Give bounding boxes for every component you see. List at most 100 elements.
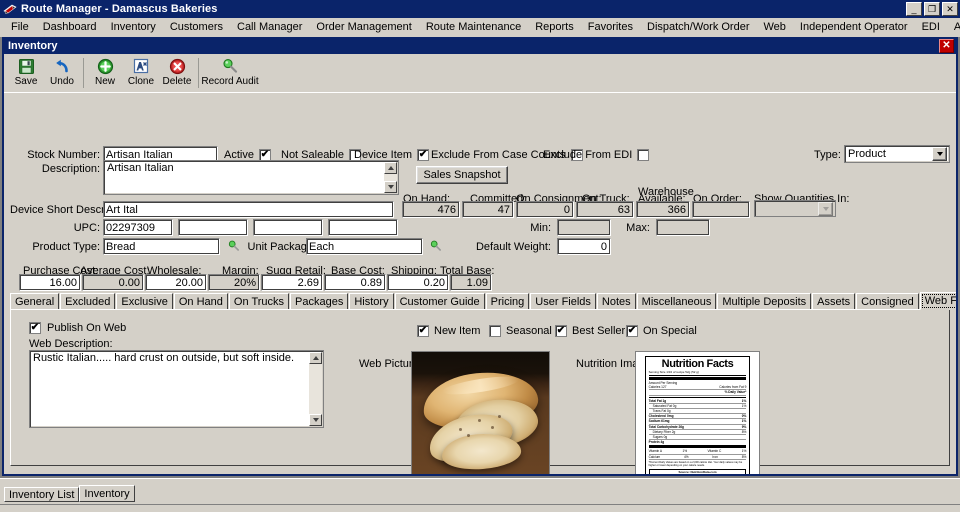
seasonal-label: Seasonal <box>506 325 552 337</box>
menu-item-independent-operator[interactable]: Independent Operator <box>793 19 915 35</box>
upc-input-2[interactable] <box>178 219 248 236</box>
scroll-up-button[interactable] <box>309 352 322 364</box>
shipping-input[interactable] <box>387 274 449 291</box>
device-short-description-input[interactable] <box>103 201 394 218</box>
inventory-close-button[interactable]: ✕ <box>939 38 954 53</box>
tab-on-trucks[interactable]: On Trucks <box>228 293 290 310</box>
tab-customer-guide[interactable]: Customer Guide <box>394 293 485 310</box>
tab-assets[interactable]: Assets <box>812 293 856 310</box>
menu-item-favorites[interactable]: Favorites <box>581 19 640 35</box>
tab-general[interactable]: General <box>10 293 60 310</box>
mdi-client-area: Inventory ✕ Save Undo New Clone Delete R… <box>0 37 960 478</box>
undo-button[interactable]: Undo <box>44 56 80 87</box>
seasonal-checkbox-row[interactable]: Seasonal <box>489 325 552 337</box>
type-combobox[interactable]: Product <box>844 145 950 163</box>
upc-input-3[interactable] <box>253 219 323 236</box>
save-button[interactable]: Save <box>8 56 44 87</box>
default-weight-input[interactable] <box>557 238 611 255</box>
tab-consigned[interactable]: Consigned <box>856 293 919 310</box>
web-description-textarea[interactable]: Rustic Italian..... hard crust on outsid… <box>29 350 324 428</box>
tab-on-hand[interactable]: On Hand <box>173 293 228 310</box>
product-type-lookup-icon[interactable] <box>228 240 239 251</box>
on-special-checkbox[interactable]: ✔ <box>626 325 638 337</box>
unit-package-lookup-icon[interactable] <box>430 240 441 251</box>
menu-item-web[interactable]: Web <box>757 19 793 35</box>
new-item-checkbox[interactable]: ✔ <box>417 325 429 337</box>
restore-button[interactable]: ❐ <box>924 2 940 16</box>
menu-item-customers[interactable]: Customers <box>163 19 230 35</box>
delete-button[interactable]: Delete <box>159 56 195 87</box>
nutrition-rule-thick-1 <box>648 376 747 380</box>
menu-item-reports[interactable]: Reports <box>528 19 581 35</box>
wholesale-input[interactable] <box>145 274 207 291</box>
device-short-description-label: Device Short Description: <box>10 204 135 216</box>
description-label: Description: <box>41 163 100 175</box>
tab-multiple-deposits[interactable]: Multiple Deposits <box>717 293 812 310</box>
publish-on-web-label: Publish On Web <box>47 322 127 334</box>
clone-button[interactable]: Clone <box>123 56 159 87</box>
scroll-up-button[interactable] <box>384 162 397 174</box>
scroll-down-button[interactable] <box>384 181 397 193</box>
chevron-down-icon[interactable] <box>818 201 833 216</box>
menu-item-asset-tracking[interactable]: Asset Tracking <box>947 19 960 35</box>
tab-excluded[interactable]: Excluded <box>60 293 116 310</box>
tab-web-fields[interactable]: Web Fields <box>919 292 956 310</box>
exclude-edi-checkbox-row[interactable]: Exclude From EDI <box>543 149 650 161</box>
new-button[interactable]: New <box>87 56 123 87</box>
description-scrollbar[interactable] <box>384 162 397 193</box>
web-picture-frame[interactable] <box>411 351 550 474</box>
menu-item-edi[interactable]: EDI <box>915 19 947 35</box>
tab-history[interactable]: History <box>349 293 394 310</box>
tab-miscellaneous[interactable]: Miscellaneous <box>636 293 717 310</box>
menu-item-call-manager[interactable]: Call Manager <box>230 19 309 35</box>
menu-item-dashboard[interactable]: Dashboard <box>36 19 104 35</box>
nutrition-vitamin-a: Vitamin A <box>648 449 663 454</box>
nutrition-row-dv: 0% <box>741 414 747 419</box>
minimize-button[interactable]: _ <box>906 2 922 16</box>
best-seller-checkbox[interactable]: ✔ <box>555 325 567 337</box>
sugg-retail-input[interactable] <box>261 274 323 291</box>
bottom-tab-inventory[interactable]: Inventory <box>79 485 135 502</box>
taskbar-divider <box>0 504 960 512</box>
min-label: Min: <box>530 222 551 234</box>
exclude-edi-checkbox[interactable] <box>637 149 650 161</box>
description-textarea[interactable]: Artisan Italian <box>103 160 399 195</box>
seasonal-checkbox[interactable] <box>489 325 501 337</box>
product-type-input[interactable] <box>103 238 220 255</box>
nutrition-row-name: Total Carbohydrate 26g <box>648 424 684 429</box>
magnifier-icon <box>222 57 239 75</box>
menu-item-route-maintenance[interactable]: Route Maintenance <box>419 19 528 35</box>
description-value: Artisan Italian <box>107 162 174 174</box>
web-description-scrollbar[interactable] <box>309 352 322 426</box>
record-audit-button[interactable]: Record Audit <box>201 56 259 87</box>
tab-exclusive[interactable]: Exclusive <box>116 293 173 310</box>
menu-item-order-management[interactable]: Order Management <box>309 19 418 35</box>
bottom-tab-inventory-list[interactable]: Inventory List <box>4 487 80 502</box>
device-item-checkbox[interactable]: ✔ <box>417 149 430 161</box>
best-seller-checkbox-row[interactable]: ✔ Best Seller <box>555 325 625 337</box>
nutrition-row-dv: 1% <box>741 419 747 424</box>
chevron-down-icon[interactable] <box>932 147 947 161</box>
show-quantities-in-combobox[interactable] <box>754 200 836 217</box>
nutrition-image-frame[interactable]: Nutrition Facts Serving Size 1/32 of rec… <box>635 351 760 474</box>
publish-on-web-checkbox-row[interactable]: ✔ Publish On Web <box>29 322 126 334</box>
new-item-label: New Item <box>434 325 481 337</box>
purchase-cost-input[interactable] <box>19 274 81 291</box>
sales-snapshot-button[interactable]: Sales Snapshot <box>416 166 508 184</box>
on-special-checkbox-row[interactable]: ✔ On Special <box>626 325 697 337</box>
scroll-down-button[interactable] <box>309 414 322 426</box>
tab-pricing[interactable]: Pricing <box>485 293 530 310</box>
menu-item-inventory[interactable]: Inventory <box>104 19 163 35</box>
tab-notes[interactable]: Notes <box>596 293 636 310</box>
upc-input-1[interactable] <box>103 219 173 236</box>
menu-item-dispatch-work-order[interactable]: Dispatch/Work Order <box>640 19 757 35</box>
menu-item-file[interactable]: File <box>4 19 36 35</box>
base-cost-input[interactable] <box>324 274 386 291</box>
new-item-checkbox-row[interactable]: ✔ New Item <box>417 325 480 337</box>
unit-package-input[interactable] <box>306 238 423 255</box>
tab-user-fields[interactable]: User Fields <box>530 293 596 310</box>
publish-on-web-checkbox[interactable]: ✔ <box>29 322 41 334</box>
upc-input-4[interactable] <box>328 219 398 236</box>
close-button[interactable]: ✕ <box>942 2 958 16</box>
tab-packages[interactable]: Packages <box>290 293 349 310</box>
